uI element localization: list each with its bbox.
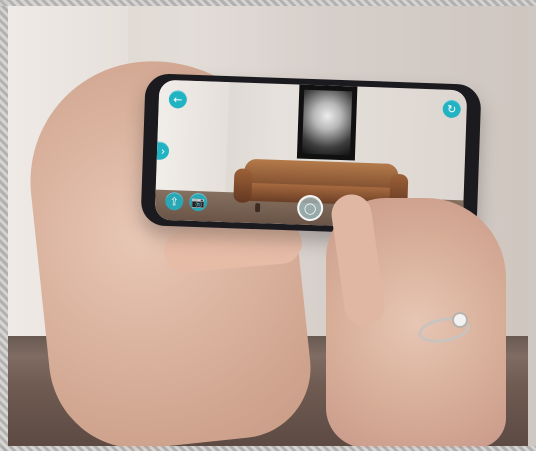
torn-edge-bottom: [0, 446, 536, 451]
arrow-left-icon: ←: [173, 92, 183, 106]
ar-photo: ← › ↻ ⇪ 📷 ◯ × 🗑: [0, 0, 536, 451]
torn-edge-top: [0, 0, 536, 6]
sofa-arm-left: [233, 168, 253, 203]
camera-icon: 📷: [191, 195, 206, 209]
elephant-photo: [302, 89, 353, 156]
sofa-leg-left: [254, 203, 261, 213]
ring-gem: [454, 314, 466, 326]
share-icon: ⇪: [169, 194, 180, 208]
wall-picture: [296, 84, 358, 161]
rotate-icon: ↻: [446, 102, 457, 116]
rotate-button[interactable]: ↻: [442, 99, 462, 119]
chevron-right-icon: ›: [160, 144, 166, 158]
camera-button[interactable]: 📷: [188, 192, 208, 212]
torn-edge-left: [0, 0, 8, 451]
circle-icon: ◯: [303, 201, 317, 215]
